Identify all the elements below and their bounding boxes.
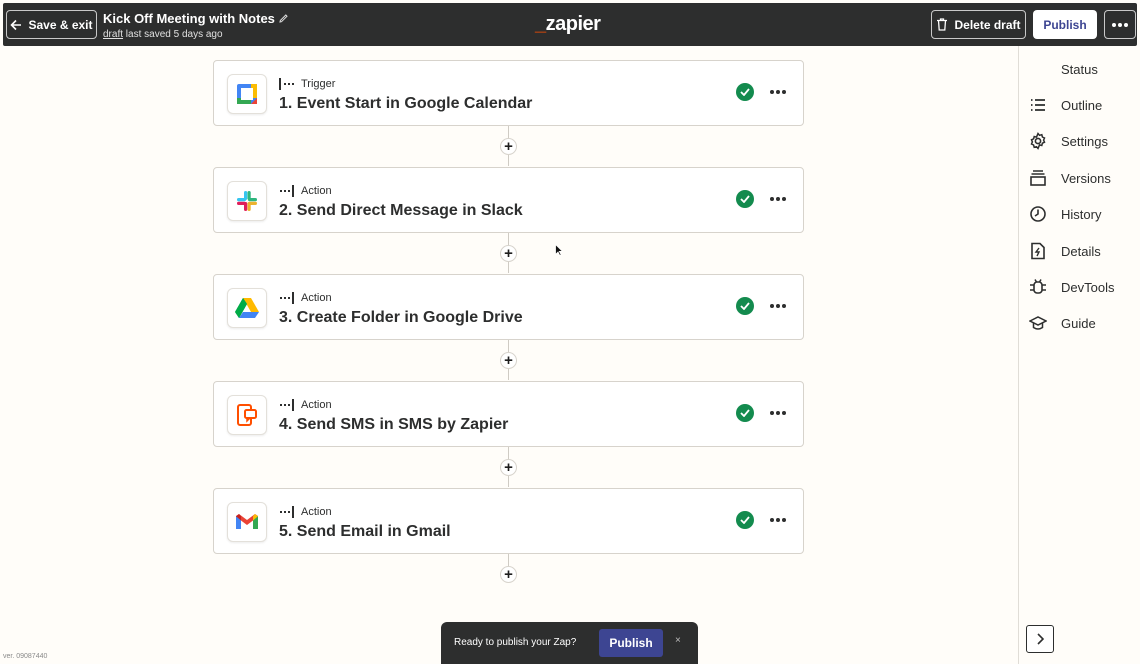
step-kind-3: Action <box>279 292 332 304</box>
expand-sidebar-button[interactable] <box>1026 625 1054 653</box>
step-menu-button[interactable] <box>767 402 789 424</box>
bug-icon <box>1030 279 1046 294</box>
sidebar-item-details[interactable]: Details <box>1029 239 1134 263</box>
add-step-button[interactable]: + <box>500 352 517 369</box>
sms-by-zapier-icon <box>227 395 267 435</box>
step-title-3: 3. Create Folder in Google Drive <box>279 309 523 326</box>
publish-button[interactable]: Publish <box>1033 10 1097 39</box>
save-exit-button[interactable]: Save & exit <box>6 10 97 39</box>
sidebar-item-versions[interactable]: Versions <box>1029 166 1134 190</box>
right-sidebar: Status Outline Settings Versions History… <box>1018 46 1140 664</box>
action-icon <box>280 185 294 197</box>
last-saved-text: last saved 5 days ago <box>125 29 223 40</box>
step-menu-button[interactable] <box>767 509 789 531</box>
zap-title-area: Kick Off Meeting with Notes draft last s… <box>103 11 288 40</box>
check-icon <box>736 404 754 422</box>
step-title-1: 1. Event Start in Google Calendar <box>279 95 533 112</box>
save-exit-label: Save & exit <box>28 17 93 32</box>
step-kind-4: Action <box>279 399 332 411</box>
sidebar-item-settings[interactable]: Settings <box>1029 129 1134 153</box>
toast-publish-button[interactable]: Publish <box>599 629 663 657</box>
action-icon <box>280 399 294 411</box>
check-icon <box>736 83 754 101</box>
step-title-5: 5. Send Email in Gmail <box>279 523 451 540</box>
step-title-2: 2. Send Direct Message in Slack <box>279 202 523 219</box>
pencil-icon[interactable] <box>279 14 288 23</box>
zap-title[interactable]: Kick Off Meeting with Notes <box>103 11 275 26</box>
action-icon <box>280 506 294 518</box>
more-icon <box>770 197 786 201</box>
action-icon <box>280 292 294 304</box>
step-menu-button[interactable] <box>767 81 789 103</box>
more-options-button[interactable] <box>1104 10 1136 39</box>
mouse-cursor-icon <box>555 244 563 256</box>
version-label: ver. 09087440 <box>3 653 48 660</box>
more-icon <box>770 411 786 415</box>
graduation-cap-icon <box>1029 316 1047 330</box>
more-icon <box>770 90 786 94</box>
step-menu-button[interactable] <box>767 295 789 317</box>
step-card-3[interactable]: Action 3. Create Folder in Google Drive <box>213 274 804 340</box>
add-step-button[interactable]: + <box>500 459 517 476</box>
google-drive-icon <box>227 288 267 328</box>
step-kind-1: Trigger <box>279 78 335 90</box>
more-icon <box>770 518 786 522</box>
step-kind-5: Action <box>279 506 332 518</box>
list-icon <box>1031 99 1045 111</box>
sidebar-item-history[interactable]: History <box>1029 202 1134 226</box>
chevron-right-icon <box>1037 633 1044 645</box>
google-calendar-icon <box>227 74 267 114</box>
add-step-button[interactable]: + <box>500 138 517 155</box>
file-bolt-icon <box>1031 242 1045 260</box>
draft-status-link[interactable]: draft <box>103 29 123 40</box>
check-icon <box>736 297 754 315</box>
more-icon <box>1112 22 1128 27</box>
step-title-4: 4. Send SMS in SMS by Zapier <box>279 416 509 433</box>
step-menu-button[interactable] <box>767 188 789 210</box>
delete-draft-label: Delete draft <box>954 17 1021 32</box>
clock-icon <box>1030 206 1046 222</box>
step-card-4[interactable]: Action 4. Send SMS in SMS by Zapier <box>213 381 804 447</box>
check-icon <box>736 190 754 208</box>
gear-icon <box>1030 132 1046 150</box>
trash-icon <box>937 18 948 31</box>
top-bar: Save & exit Kick Off Meeting with Notes … <box>3 3 1137 46</box>
check-icon <box>736 511 754 529</box>
more-icon <box>770 304 786 308</box>
sidebar-item-outline[interactable]: Outline <box>1029 93 1134 117</box>
sidebar-status-label[interactable]: Status <box>1061 62 1098 77</box>
gmail-icon <box>227 502 267 542</box>
trigger-icon <box>279 78 294 90</box>
zapier-logo: _zapier <box>535 13 601 35</box>
step-kind-2: Action <box>279 185 332 197</box>
step-card-5[interactable]: Action 5. Send Email in Gmail <box>213 488 804 554</box>
slack-icon <box>227 181 267 221</box>
close-icon[interactable]: × <box>675 635 681 646</box>
delete-draft-button[interactable]: Delete draft <box>931 10 1026 39</box>
sidebar-item-guide[interactable]: Guide <box>1029 311 1134 335</box>
step-card-1[interactable]: Trigger 1. Event Start in Google Calenda… <box>213 60 804 126</box>
add-step-button[interactable]: + <box>500 245 517 262</box>
stack-icon <box>1030 170 1046 186</box>
arrow-left-icon <box>10 19 22 30</box>
add-step-button[interactable]: + <box>500 566 517 583</box>
publish-toast: Ready to publish your Zap? Publish × <box>441 622 698 664</box>
sidebar-item-devtools[interactable]: DevTools <box>1029 275 1134 299</box>
toast-message: Ready to publish your Zap? <box>454 637 577 648</box>
step-card-2[interactable]: Action 2. Send Direct Message in Slack <box>213 167 804 233</box>
